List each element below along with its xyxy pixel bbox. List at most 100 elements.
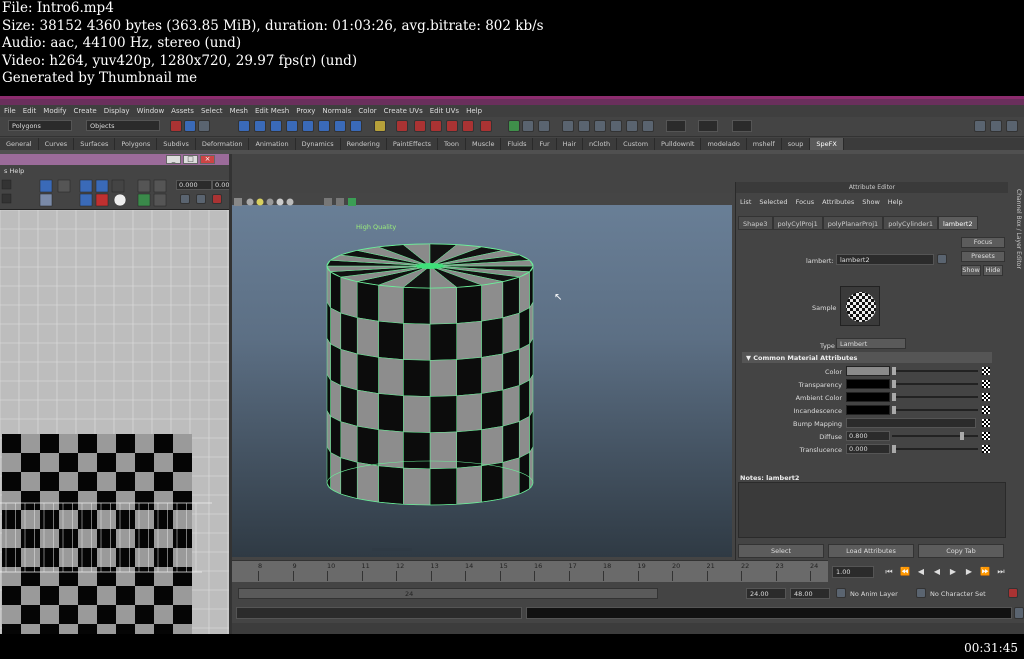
shelf-tab-rendering[interactable]: Rendering (341, 138, 387, 150)
slider-knob[interactable] (892, 380, 896, 388)
attr-menu-selected[interactable]: Selected (759, 198, 787, 206)
go-to-start-icon[interactable]: ⏮ (882, 566, 896, 578)
map-button-icon[interactable] (982, 419, 990, 427)
mel-input[interactable] (236, 607, 522, 619)
shelf-tab-pulldownlt[interactable]: Pulldownlt (655, 138, 702, 150)
show-button[interactable]: Show (961, 265, 981, 276)
mode-dropdown[interactable]: Polygons (8, 120, 72, 131)
uv-tool-icons[interactable] (0, 176, 175, 210)
current-frame-field[interactable]: 1.00 (832, 566, 874, 578)
map-button-icon[interactable] (982, 432, 990, 440)
menu-item-create[interactable]: Create (73, 107, 96, 115)
attr-slider[interactable] (892, 383, 978, 385)
pick-vertex-icon[interactable] (238, 120, 250, 132)
color-swatch[interactable] (846, 379, 890, 389)
hide-button[interactable]: Hide (983, 265, 1003, 276)
character-set-icon[interactable] (916, 588, 926, 598)
shelf-tab-general[interactable]: General (0, 138, 39, 150)
attr-menu-attributes[interactable]: Attributes (822, 198, 854, 206)
step-back-frame-icon[interactable]: ◀ (914, 566, 928, 578)
node-tab-shape3[interactable]: Shape3 (738, 216, 773, 230)
node-tab-lambert2[interactable]: lambert2 (938, 216, 978, 230)
character-set-label[interactable]: No Character Set (930, 590, 986, 598)
menu-item-create-uvs[interactable]: Create UVs (384, 107, 423, 115)
time-slider[interactable]: 8 9 10 11 12 13 14 15 16 17 18 19 20 21 22 23 24 (232, 560, 828, 582)
menu-item-file[interactable]: File (4, 107, 16, 115)
common-material-section[interactable]: ▼ Common Material Attributes (742, 352, 992, 363)
attr-menu-list[interactable]: List (740, 198, 751, 206)
copy-tab-button[interactable]: Copy Tab (918, 544, 1004, 558)
type-dropdown[interactable]: Lambert (836, 338, 906, 349)
color-swatch[interactable] (846, 405, 890, 415)
slider-knob[interactable] (892, 393, 896, 401)
menu-item-display[interactable]: Display (104, 107, 130, 115)
menu-item-color[interactable]: Color (358, 107, 376, 115)
checkered-cylinder[interactable] (232, 193, 732, 557)
uv-editor-menu[interactable]: s Help (0, 165, 229, 176)
show-tool-settings-icon[interactable] (990, 120, 1002, 132)
shelf-tab-dynamics[interactable]: Dynamics (296, 138, 341, 150)
select-button[interactable]: Select (738, 544, 824, 558)
attr-slider[interactable] (892, 435, 978, 437)
lock-icon[interactable] (374, 120, 386, 132)
shelf-tab-surfaces[interactable]: Surfaces (74, 138, 116, 150)
attr-menu-focus[interactable]: Focus (796, 198, 815, 206)
shelf-tab-soup[interactable]: soup (782, 138, 811, 150)
menu-item-edit-uvs[interactable]: Edit UVs (430, 107, 459, 115)
uv-grid-view[interactable]: 0.10.30.50.70.9 (0, 210, 229, 634)
menu-item-normals[interactable]: Normals (322, 107, 351, 115)
slider-knob[interactable] (892, 367, 896, 375)
show-attribute-editor-icon[interactable] (974, 120, 986, 132)
make-live-icon[interactable] (462, 120, 474, 132)
menu-item-mesh[interactable]: Mesh (230, 107, 248, 115)
shelf-tab-deformation[interactable]: Deformation (196, 138, 250, 150)
material-name-field[interactable]: lambert2 (836, 254, 934, 265)
render-frame-icon[interactable] (522, 120, 534, 132)
color-swatch[interactable] (846, 366, 890, 376)
menu-item-edit-mesh[interactable]: Edit Mesh (255, 107, 289, 115)
range-bar[interactable]: 24 (238, 588, 658, 599)
select-object-icon[interactable] (184, 120, 196, 132)
shelf-tab-toon[interactable]: Toon (438, 138, 466, 150)
render-view-icon[interactable] (594, 120, 606, 132)
end-time-field[interactable]: 48.00 (790, 588, 830, 599)
pick-deform-icon[interactable] (334, 120, 346, 132)
menu-item-help[interactable]: Help (466, 107, 482, 115)
select-component-icon[interactable] (198, 120, 210, 132)
pick-face-icon[interactable] (270, 120, 282, 132)
anim-layer-label[interactable]: No Anim Layer (850, 590, 898, 598)
shelf-tab-fluids[interactable]: Fluids (501, 138, 534, 150)
perspective-viewport[interactable]: High Quality ↖ (232, 193, 732, 557)
go-to-end-icon[interactable]: ⏭ (994, 566, 1008, 578)
snap-grid-icon[interactable] (396, 120, 408, 132)
attr-value-field[interactable]: 0.000 (846, 444, 890, 454)
uv-copy-icon[interactable] (180, 194, 190, 204)
attr-slider[interactable] (892, 409, 978, 411)
map-button-icon[interactable] (982, 445, 990, 453)
snap-curve-icon[interactable] (414, 120, 426, 132)
shelf-tab-curves[interactable]: Curves (39, 138, 75, 150)
start-time-field[interactable]: 24.00 (746, 588, 786, 599)
node-tab-polycylproj1[interactable]: polyCylProj1 (772, 216, 823, 230)
slider-knob[interactable] (960, 432, 964, 440)
step-forward-frame-icon[interactable]: ▶ (962, 566, 976, 578)
shelf-tab-mshelf[interactable]: mshelf (747, 138, 782, 150)
node-tab-polycylinder1[interactable]: polyCylinder1 (883, 216, 939, 230)
magnet-icon[interactable] (480, 120, 492, 132)
node-tab-polyplanarproj1[interactable]: polyPlanarProj1 (822, 216, 884, 230)
uv-u-field[interactable]: 0.000 (176, 180, 212, 190)
attr-menu-show[interactable]: Show (862, 198, 880, 206)
uv-paste-icon[interactable] (196, 194, 206, 204)
shelf-tab-painteffects[interactable]: PaintEffects (387, 138, 439, 150)
attr-slider[interactable] (892, 396, 978, 398)
pick-dynamic-icon[interactable] (350, 120, 362, 132)
color-swatch[interactable] (846, 392, 890, 402)
ipr-icon[interactable] (538, 120, 550, 132)
selection-mask-dropdown[interactable]: Objects (86, 120, 160, 131)
shelf-tab-polygons[interactable]: Polygons (115, 138, 158, 150)
slider-knob[interactable] (892, 406, 896, 414)
x-field[interactable] (666, 120, 686, 132)
attr-value-field[interactable]: 0.800 (846, 431, 890, 441)
select-hierarchy-icon[interactable] (170, 120, 182, 132)
menu-item-proxy[interactable]: Proxy (296, 107, 315, 115)
